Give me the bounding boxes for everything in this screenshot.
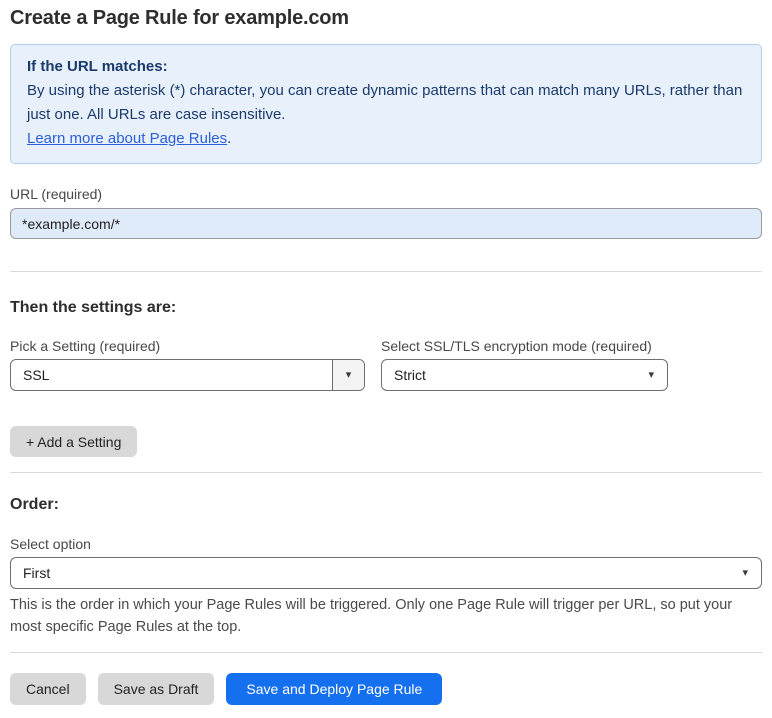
setting-picker-arrow-box[interactable]: ▾ — [332, 360, 364, 390]
mode-picker-arrow: ▾ — [635, 368, 667, 381]
page-rule-form: Create a Page Rule for example.com If th… — [0, 7, 772, 705]
mode-picker-label: Select SSL/TLS encryption mode (required… — [381, 338, 652, 354]
mode-picker-group: Select SSL/TLS encryption mode (required… — [381, 317, 668, 391]
add-setting-button[interactable]: + Add a Setting — [10, 426, 138, 457]
divider-url-settings — [10, 271, 762, 272]
order-select-label: Select option — [10, 536, 91, 552]
setting-picker-group: Pick a Setting (required) SSL ▾ — [10, 317, 365, 391]
mode-picker-select[interactable]: Strict ▾ — [381, 359, 668, 391]
url-field-label: URL (required) — [10, 186, 103, 202]
setting-picker-select[interactable]: SSL ▾ — [10, 359, 365, 391]
cancel-button[interactable]: Cancel — [10, 673, 86, 705]
order-select-value: First — [23, 565, 51, 581]
page-title: Create a Page Rule for example.com — [10, 7, 349, 29]
order-select-arrow: ▾ — [729, 566, 761, 579]
form-actions: Cancel Save as Draft Save and Deploy Pag… — [10, 673, 762, 705]
divider-order-actions — [10, 652, 762, 653]
link-period: . — [227, 130, 232, 147]
chevron-down-icon: ▾ — [345, 368, 352, 381]
order-help-text: This is the order in which your Page Rul… — [10, 597, 733, 635]
url-input[interactable] — [10, 208, 762, 239]
settings-selects-row: Pick a Setting (required) SSL ▾ Select S… — [10, 317, 762, 391]
save-draft-button[interactable]: Save as Draft — [97, 673, 215, 705]
mode-picker-value: Strict — [394, 367, 426, 383]
chevron-down-icon: ▾ — [742, 566, 748, 579]
order-select[interactable]: First ▾ — [10, 557, 762, 589]
learn-more-link[interactable]: Learn more about Page Rules — [27, 130, 227, 147]
chevron-down-icon: ▾ — [648, 368, 654, 381]
divider-settings-order — [10, 472, 762, 473]
save-deploy-button[interactable]: Save and Deploy Page Rule — [226, 673, 443, 705]
url-match-info-box: If the URL matches: By using the asteris… — [10, 44, 762, 164]
info-box-body: By using the asterisk (*) character, you… — [27, 82, 743, 123]
settings-section-heading: Then the settings are: — [10, 299, 177, 316]
setting-picker-label: Pick a Setting (required) — [10, 338, 161, 354]
info-box-heading: If the URL matches: — [27, 58, 168, 75]
setting-picker-value: SSL — [23, 367, 50, 383]
order-section-heading: Order: — [10, 496, 59, 513]
info-box-link-line: Learn more about Page Rules. — [27, 127, 745, 151]
